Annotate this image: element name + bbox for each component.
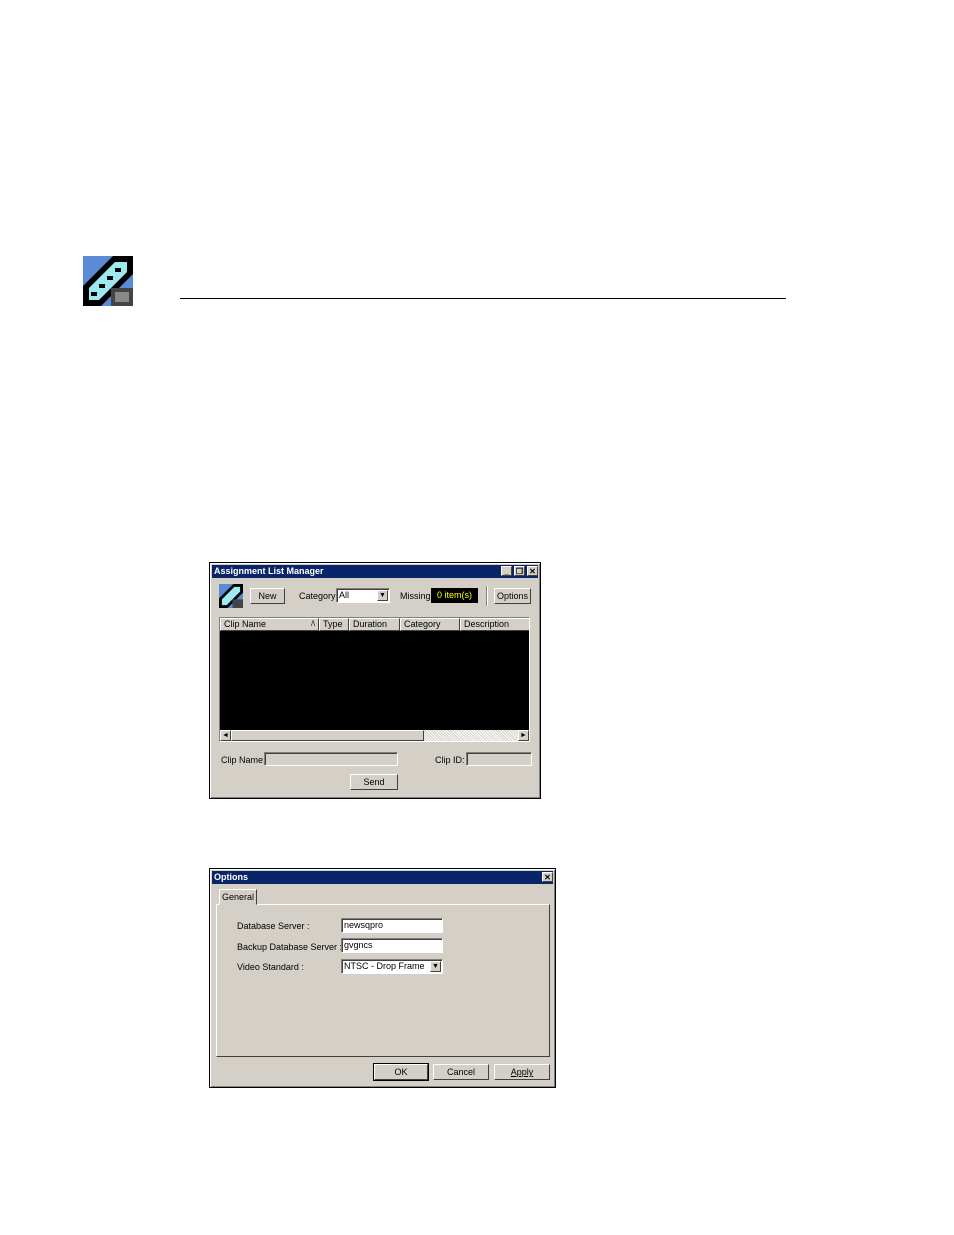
database-server-input[interactable]: newsqpro xyxy=(341,918,443,933)
column-type-label: Type xyxy=(323,619,343,629)
options-button[interactable]: Options xyxy=(494,588,531,604)
chevron-down-icon[interactable]: ▼ xyxy=(377,590,388,601)
category-value: All xyxy=(339,590,350,600)
sort-ascending-icon: /\ xyxy=(311,621,315,628)
options-close-button[interactable]: ✕ xyxy=(542,872,553,882)
header-rule xyxy=(180,298,786,299)
backup-database-server-input[interactable]: gvgncs xyxy=(341,938,443,953)
missing-count: 0 item(s) xyxy=(431,588,478,603)
video-standard-select[interactable]: NTSC - Drop Frame ▼ xyxy=(341,959,443,974)
column-category-label: Category xyxy=(404,619,441,629)
scroll-left-arrow-icon[interactable]: ◄ xyxy=(220,730,231,741)
assignment-list-manager-window: Assignment List Manager _ ❐ ✕ New Catego… xyxy=(209,562,541,799)
apply-button[interactable]: Apply xyxy=(494,1064,550,1080)
window-title: Assignment List Manager xyxy=(214,566,324,576)
restore-button[interactable]: ❐ xyxy=(514,566,525,576)
ok-button[interactable]: OK xyxy=(373,1063,429,1081)
video-standard-value: NTSC - Drop Frame xyxy=(344,961,425,971)
column-header-type[interactable]: Type xyxy=(319,618,349,631)
options-dialog: Options ✕ General Database Server : news… xyxy=(209,868,556,1088)
column-header-duration[interactable]: Duration xyxy=(349,618,400,631)
title-bar[interactable]: Assignment List Manager _ ❐ ✕ xyxy=(212,565,538,578)
options-title: Options xyxy=(214,872,248,882)
column-duration-label: Duration xyxy=(353,619,388,629)
close-button[interactable]: ✕ xyxy=(527,566,538,576)
options-title-bar[interactable]: Options ✕ xyxy=(212,871,553,884)
cancel-button[interactable]: Cancel xyxy=(433,1064,489,1080)
backup-database-server-label: Backup Database Server : xyxy=(237,942,343,952)
send-button[interactable]: Send xyxy=(350,774,398,790)
column-clip-name-label: Clip Name xyxy=(224,619,267,629)
toolbar-separator xyxy=(486,586,488,606)
film-strip-icon xyxy=(219,584,243,608)
minimize-button[interactable]: _ xyxy=(501,566,512,576)
clip-list[interactable]: Clip Name /\ Type Duration Category Desc… xyxy=(219,617,530,742)
clip-name-field[interactable] xyxy=(264,752,398,766)
category-select[interactable]: All ▼ xyxy=(336,588,390,603)
column-header-description[interactable]: Description xyxy=(460,618,529,631)
database-server-label: Database Server : xyxy=(237,921,310,931)
film-strip-logo-icon xyxy=(83,256,133,306)
tab-general[interactable]: General xyxy=(219,889,257,905)
clip-id-label: Clip ID: xyxy=(435,755,465,765)
column-header-clip-name[interactable]: Clip Name /\ xyxy=(220,618,319,631)
chevron-down-icon[interactable]: ▼ xyxy=(430,961,441,972)
clip-name-label: Clip Name: xyxy=(221,755,266,765)
column-header-category[interactable]: Category xyxy=(400,618,460,631)
scroll-right-arrow-icon[interactable]: ► xyxy=(518,730,529,741)
column-description-label: Description xyxy=(464,619,510,629)
clip-id-field[interactable] xyxy=(466,752,532,766)
category-label: Category: xyxy=(299,591,339,601)
missing-label: Missing: xyxy=(400,591,434,601)
scroll-thumb[interactable] xyxy=(231,730,424,741)
new-button[interactable]: New xyxy=(250,588,285,604)
list-header: Clip Name /\ Type Duration Category Desc… xyxy=(220,618,529,631)
horizontal-scrollbar[interactable]: ◄ ► xyxy=(220,730,529,741)
video-standard-label: Video Standard : xyxy=(237,962,304,972)
